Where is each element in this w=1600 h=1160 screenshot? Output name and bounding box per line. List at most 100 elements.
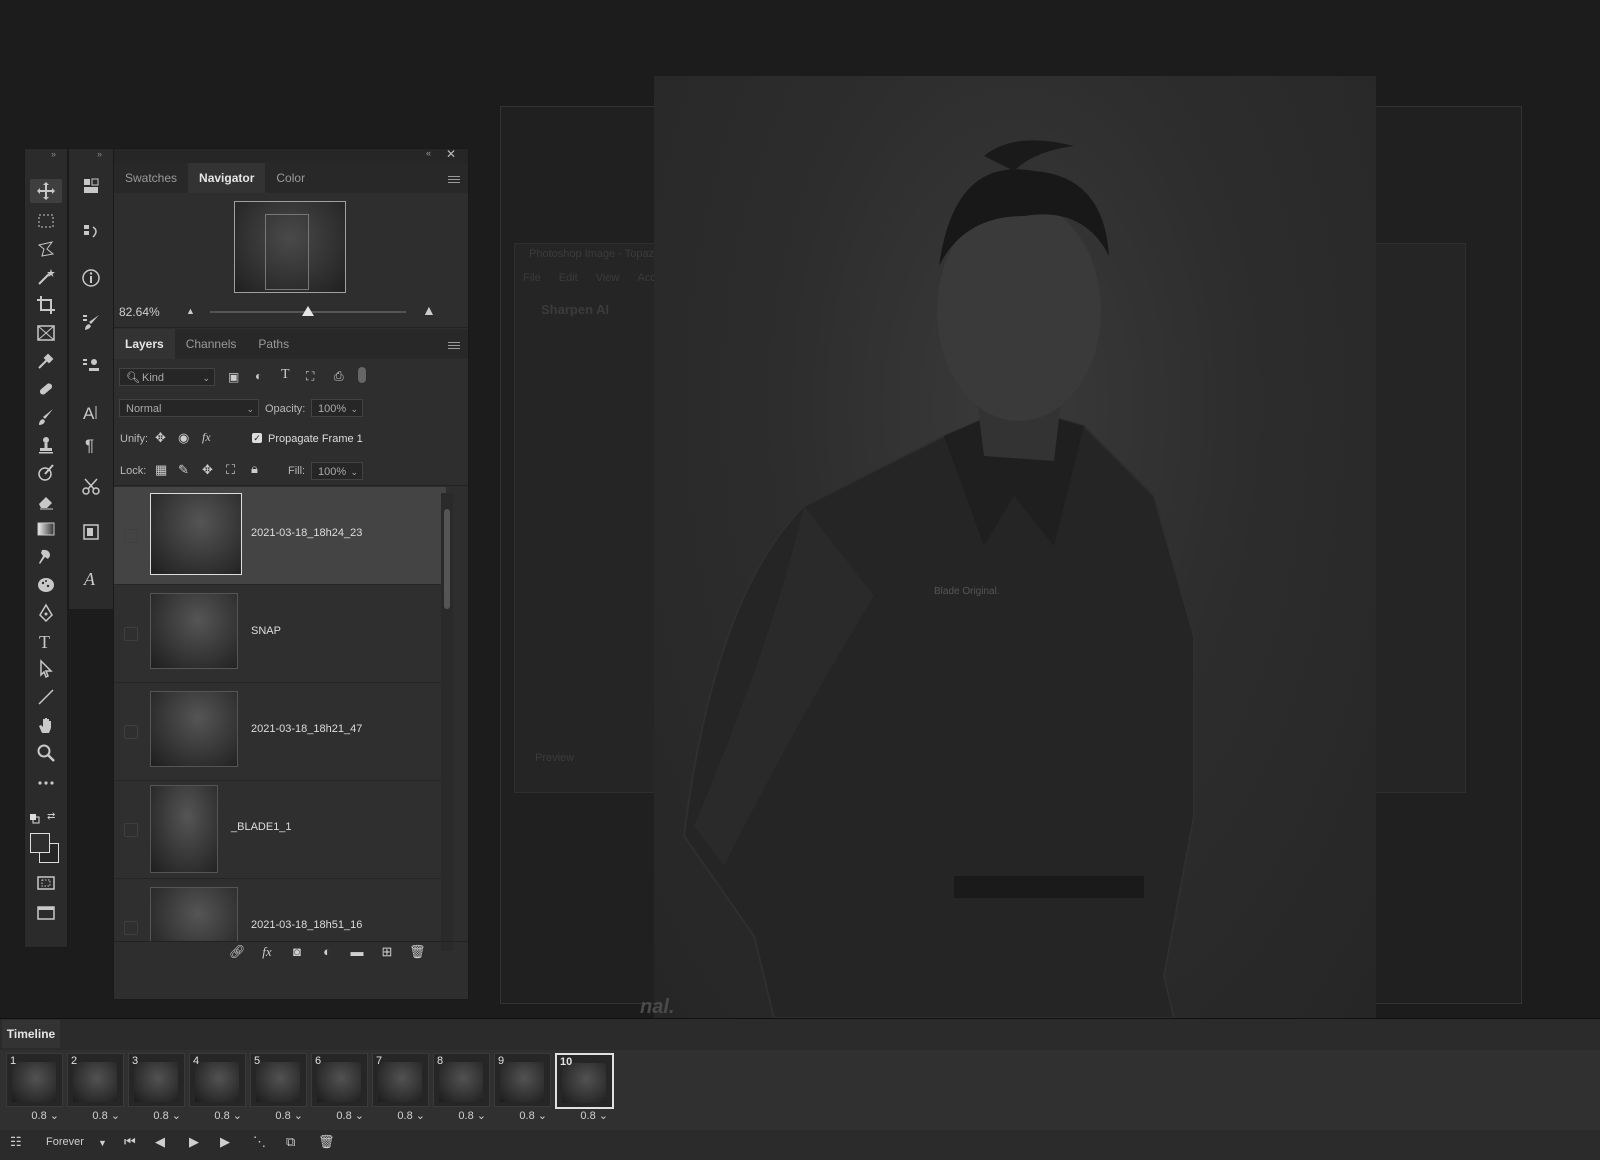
lock-pixels-icon[interactable]: ✎	[178, 462, 189, 478]
lock-all-icon[interactable]: 🔒︎	[251, 461, 258, 477]
delete-frame-icon[interactable]: 🗑︎	[318, 1134, 335, 1150]
timeline-frame[interactable]: 9 0.8 ⌄	[494, 1053, 551, 1127]
screen-mode-icon[interactable]	[30, 901, 62, 925]
frame-thumbnail-box[interactable]: 5	[250, 1053, 307, 1107]
zoom-in-icon[interactable]: ▲	[422, 302, 436, 318]
frame-thumbnail-box[interactable]: 1	[6, 1053, 63, 1107]
history-brush-icon[interactable]	[30, 461, 62, 485]
fill-field[interactable]: 100% ⌄	[311, 462, 363, 480]
timeline-frame[interactable]: 4 0.8 ⌄	[189, 1053, 246, 1127]
timeline-menu-icon[interactable]: ☷	[10, 1134, 22, 1150]
loop-option[interactable]: Forever	[46, 1136, 84, 1148]
tab-layers[interactable]: Layers	[114, 329, 175, 359]
tab-navigator[interactable]: Navigator	[188, 163, 266, 193]
zoom-value[interactable]: 82.64%	[119, 305, 160, 319]
filter-smart-object-icon[interactable]: ⎙	[334, 369, 344, 384]
layer-name[interactable]: _BLADE1_1	[231, 821, 292, 833]
timeline-frame[interactable]: 7 0.8 ⌄	[372, 1053, 429, 1127]
frame-delay[interactable]: 0.8 ⌄	[336, 1109, 364, 1122]
frame-thumbnail-box[interactable]: 3	[128, 1053, 185, 1107]
libraries-icon[interactable]	[76, 171, 106, 201]
frame-delay[interactable]: 0.8 ⌄	[519, 1109, 547, 1122]
crop-icon[interactable]	[30, 293, 62, 317]
clone-source-icon[interactable]	[76, 351, 106, 381]
timeline-frame[interactable]: 8 0.8 ⌄	[433, 1053, 490, 1127]
brush-icon[interactable]	[30, 405, 62, 429]
delete-layer-icon[interactable]: 🗑︎	[409, 944, 426, 960]
new-layer-icon[interactable]: ⊞	[379, 944, 395, 960]
expand-panels-icon[interactable]: »	[97, 149, 102, 159]
layers-menu-icon[interactable]	[448, 340, 460, 350]
layer-row[interactable]: SNAP	[114, 585, 446, 683]
frame-delay[interactable]: 0.8 ⌄	[153, 1109, 181, 1122]
quick-mask-icon[interactable]	[30, 871, 62, 895]
hand-icon[interactable]	[30, 713, 62, 737]
healing-icon[interactable]	[30, 377, 62, 401]
frame-delay[interactable]: 0.8 ⌄	[31, 1109, 59, 1122]
frame-thumbnail-box[interactable]: 10	[555, 1053, 614, 1109]
frame-delay[interactable]: 0.8 ⌄	[458, 1109, 486, 1122]
history-icon[interactable]	[76, 217, 106, 247]
timeline-tab[interactable]: Timeline	[2, 1020, 60, 1048]
layer-row[interactable]: 2021-03-18_18h21_47	[114, 683, 446, 781]
unify-position-icon[interactable]: ✥	[155, 430, 166, 446]
close-panel-icon[interactable]: ✕	[446, 147, 456, 161]
next-frame-icon[interactable]: ▶	[220, 1134, 230, 1150]
tween-icon[interactable]: ⋱	[253, 1134, 266, 1150]
line-icon[interactable]	[30, 685, 62, 709]
frame-delay[interactable]: 0.8 ⌄	[92, 1109, 120, 1122]
timeline-frame[interactable]: 3 0.8 ⌄	[128, 1053, 185, 1127]
layer-mask-icon[interactable]: ◙	[289, 944, 305, 960]
tab-color[interactable]: Color	[265, 163, 316, 193]
type-icon[interactable]: T	[30, 629, 62, 653]
layer-visibility-toggle[interactable]	[124, 823, 138, 837]
filter-adjustment-icon[interactable]: ◐	[255, 369, 262, 383]
default-colors-icon[interactable]	[30, 811, 40, 824]
timeline-frame[interactable]: 1 0.8 ⌄	[6, 1053, 63, 1127]
lasso-icon[interactable]	[30, 237, 62, 261]
gradient-icon[interactable]	[30, 517, 62, 541]
eraser-icon[interactable]	[30, 489, 62, 513]
unify-style-icon[interactable]: fx	[202, 430, 211, 445]
layers-scrollbar-thumb[interactable]	[444, 509, 450, 609]
frame-delay[interactable]: 0.8 ⌄	[275, 1109, 303, 1122]
character-icon[interactable]: A	[76, 397, 106, 427]
frame-icon[interactable]	[30, 321, 62, 345]
timeline-frame[interactable]: 5 0.8 ⌄	[250, 1053, 307, 1127]
path-select-icon[interactable]	[30, 657, 62, 681]
timeline-frame[interactable]: 6 0.8 ⌄	[311, 1053, 368, 1127]
marquee-icon[interactable]	[30, 209, 62, 233]
zoom-icon[interactable]	[30, 741, 62, 765]
filter-shape-icon[interactable]: ⛶	[306, 369, 314, 384]
first-frame-icon[interactable]: ⏮	[124, 1134, 136, 1150]
frame-delay[interactable]: 0.8 ⌄	[580, 1109, 608, 1122]
lock-position-icon[interactable]: ✥	[202, 462, 213, 478]
navigator-menu-icon[interactable]	[448, 174, 460, 184]
frame-thumbnail-box[interactable]: 4	[189, 1053, 246, 1107]
swap-colors-icon[interactable]: ⇄	[47, 811, 55, 822]
zoom-out-icon[interactable]: ▲	[186, 306, 195, 316]
zoom-slider-knob[interactable]	[302, 306, 314, 316]
blend-mode-dropdown[interactable]: Normal ⌄	[119, 399, 259, 417]
adjustment-layer-icon[interactable]: ◐	[319, 944, 335, 960]
previous-frame-icon[interactable]: ◀	[155, 1134, 165, 1150]
duplicate-frame-icon[interactable]: ⧉	[286, 1134, 295, 1150]
tab-channels[interactable]: Channels	[175, 329, 248, 359]
new-group-icon[interactable]: ▬	[349, 944, 365, 960]
tool-presets-icon[interactable]	[76, 471, 106, 501]
opacity-field[interactable]: 100% ⌄	[311, 399, 363, 417]
pen-icon[interactable]	[30, 601, 62, 625]
glyphs-panel-icon[interactable]	[76, 517, 106, 547]
paragraph-icon[interactable]: ¶	[76, 429, 106, 459]
timeline-frame[interactable]: 10 0.8 ⌄	[555, 1053, 614, 1127]
navigator-view-box[interactable]	[265, 214, 309, 290]
frame-delay[interactable]: 0.8 ⌄	[214, 1109, 242, 1122]
frame-thumbnail-box[interactable]: 9	[494, 1053, 551, 1107]
unify-visibility-icon[interactable]: ◉	[178, 430, 189, 446]
more-icon[interactable]	[30, 771, 62, 795]
info-icon[interactable]	[76, 263, 106, 293]
layer-style-icon[interactable]: fx	[259, 944, 275, 960]
lock-transparency-icon[interactable]: ▦	[155, 462, 167, 478]
tab-paths[interactable]: Paths	[247, 329, 300, 359]
eyedropper-icon[interactable]	[30, 349, 62, 373]
